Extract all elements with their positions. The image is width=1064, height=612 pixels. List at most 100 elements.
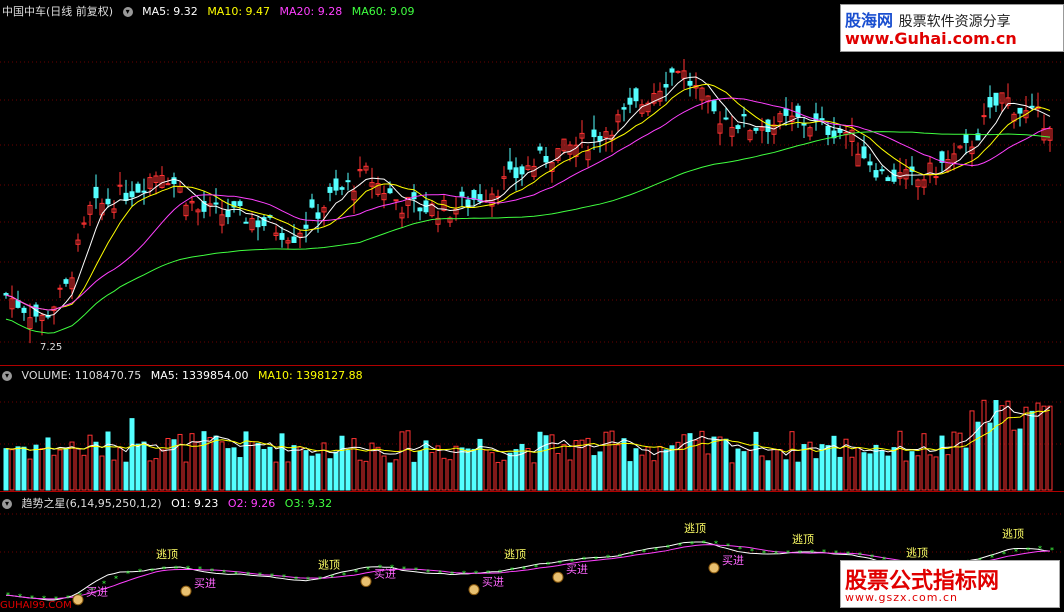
volume-bar	[93, 441, 99, 491]
trend-star-dot: *	[186, 564, 190, 573]
candle-body	[687, 80, 693, 86]
volume-bar	[855, 447, 861, 491]
trend-star-dot: *	[294, 575, 298, 584]
watermark-guhai-url: www.Guhai.com.cn	[845, 29, 1017, 48]
volume-bar	[441, 457, 447, 491]
sell-signal-label: 逃顶	[906, 546, 928, 559]
vol-ma10-readout: MA10: 1398127.88	[257, 369, 363, 382]
trend-star-dot: *	[798, 549, 802, 558]
trend-star-dot: *	[414, 566, 418, 575]
money-bag-icon	[552, 571, 564, 583]
volume-bar	[573, 440, 579, 491]
volume-bar	[267, 446, 273, 491]
vol-ma10-line	[5, 409, 1051, 453]
buy-signal-label: 买进	[566, 563, 588, 576]
stock-title: 中国中车(日线 前复权)	[2, 5, 114, 18]
volume-bar	[393, 459, 399, 491]
trend-star-dot: *	[474, 570, 478, 579]
watermark-gszx: 股票公式指标网 www.gszx.com.cn	[840, 560, 1060, 608]
candle-body	[1017, 107, 1023, 114]
volume-bar	[561, 444, 567, 491]
volume-bar	[129, 418, 135, 491]
buy-signal-label: 买进	[194, 577, 216, 590]
volume-bar	[219, 441, 225, 491]
volume-bar	[501, 459, 507, 491]
volume-bar	[663, 449, 669, 491]
price-panel[interactable]: 中国中车(日线 前复权) ▾ MA5: 9.32 MA10: 9.47 MA20…	[0, 0, 1064, 366]
volume-bar	[705, 453, 711, 491]
candle-body	[309, 199, 315, 208]
volume-bar	[531, 462, 537, 491]
candle-body	[57, 287, 63, 290]
volume-bar	[141, 441, 147, 491]
candle-body	[663, 84, 669, 88]
candle-body	[741, 114, 747, 117]
volume-bar	[669, 445, 675, 491]
volume-bar	[471, 448, 477, 491]
candle-body	[459, 191, 465, 197]
volume-bar	[759, 455, 765, 491]
candle-body	[795, 105, 801, 118]
volume-bar	[261, 448, 267, 491]
volume-bar	[117, 447, 123, 491]
candle-body	[327, 186, 333, 193]
candle-body	[621, 107, 627, 110]
candle-body	[783, 108, 789, 116]
volume-bar	[1047, 405, 1053, 491]
volume-bar	[783, 459, 789, 491]
volume-bar	[945, 454, 951, 491]
volume-bar	[567, 459, 573, 491]
volume-chart[interactable]	[0, 366, 1064, 491]
volume-bar	[813, 458, 819, 491]
candle-body	[279, 233, 285, 240]
options-icon[interactable]: ▾	[2, 371, 12, 381]
volume-panel[interactable]: ▾ VOLUME: 1108470.75 MA5: 1339854.00 MA1…	[0, 366, 1064, 492]
options-icon[interactable]: ▾	[2, 499, 12, 509]
volume-bar	[525, 448, 531, 491]
trend-star-dot: *	[690, 540, 694, 549]
volume-bar	[699, 430, 705, 491]
candle-body	[393, 199, 399, 202]
volume-bar	[339, 435, 345, 491]
volume-bar	[981, 399, 987, 491]
volume-bar	[507, 452, 513, 491]
volume-bar	[483, 449, 489, 491]
candle-body	[213, 202, 219, 205]
trend-star-dot: *	[654, 546, 658, 555]
trend-star-dot: *	[1026, 546, 1030, 555]
candle-body	[237, 201, 243, 206]
volume-bar	[111, 459, 117, 491]
volume-bar	[951, 431, 957, 491]
indicator-panel[interactable]: ▾ 趋势之星(6,14,95,250,1,2) O1: 9.23 O2: 9.2…	[0, 492, 1064, 612]
trend-star-dot: *	[246, 570, 250, 579]
volume-bar	[645, 446, 651, 491]
volume-bar	[555, 452, 561, 491]
candlestick-chart[interactable]	[0, 0, 1064, 365]
volume-bar	[489, 452, 495, 491]
trend-star-dot: *	[138, 568, 142, 577]
trend-star-dot: *	[810, 549, 814, 558]
volume-bar	[123, 461, 129, 491]
sell-signal-label: 逃顶	[504, 548, 526, 561]
volume-bar	[105, 431, 111, 491]
candle-body	[675, 70, 681, 73]
candle-body	[867, 161, 873, 166]
volume-bar	[825, 445, 831, 491]
candle-body	[753, 127, 759, 131]
ma5-readout: MA5: 9.32	[142, 5, 198, 18]
volume-bar	[27, 458, 33, 491]
volume-bar	[459, 447, 465, 491]
options-icon[interactable]: ▾	[122, 7, 133, 17]
volume-bar	[309, 455, 315, 491]
trend-star-dot: *	[282, 573, 286, 582]
candle-body	[507, 161, 513, 170]
volume-bar	[639, 454, 645, 491]
candle-body	[543, 156, 549, 163]
volume-bar	[75, 448, 81, 491]
volume-bar	[1023, 406, 1029, 491]
candle-body	[735, 125, 741, 130]
volume-bar	[465, 448, 471, 491]
volume-bar	[615, 444, 621, 491]
volume-bar	[795, 461, 801, 491]
volume-bar	[51, 454, 57, 491]
